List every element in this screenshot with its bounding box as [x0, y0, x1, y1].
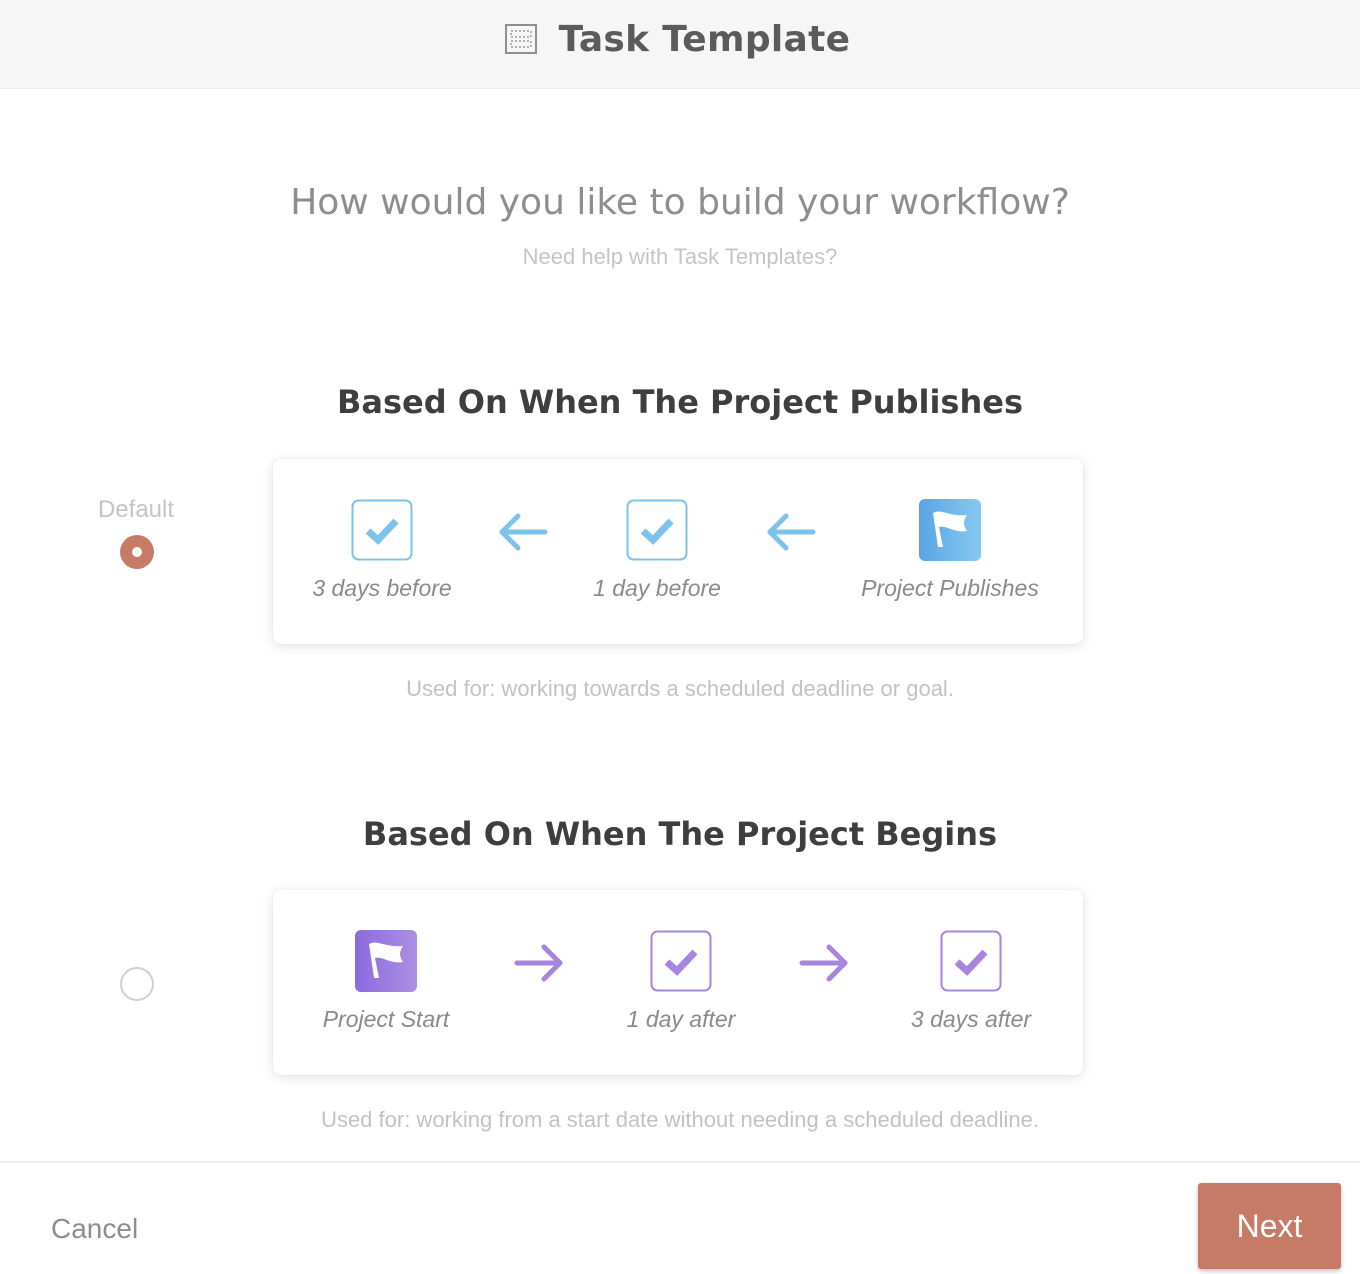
- option-begin-card[interactable]: Project Start 1 day after 3 days after: [273, 890, 1083, 1075]
- modal-footer: Cancel Next: [0, 1161, 1360, 1274]
- cancel-button[interactable]: Cancel: [51, 1213, 138, 1245]
- option-publish-card[interactable]: 3 days before 1 day before Project Publi…: [273, 459, 1083, 644]
- checkbox-icon: [650, 930, 712, 992]
- arrow-right-icon: [799, 944, 848, 982]
- flag-icon: [355, 930, 417, 992]
- option-begin-description: Used for: working from a start date with…: [321, 1107, 1039, 1132]
- step-label: Project Publishes: [861, 575, 1039, 601]
- option-publish-description: Used for: working towards a scheduled de…: [406, 676, 954, 701]
- step-label: 1 day before: [593, 575, 721, 601]
- step-project-publishes: Project Publishes: [850, 499, 1050, 602]
- workflow-question: How would you like to build your workflo…: [290, 182, 1070, 223]
- option-publish-radio[interactable]: [120, 535, 154, 569]
- flag-icon: [919, 499, 981, 561]
- help-link[interactable]: Need help with Task Templates?: [0, 244, 1360, 270]
- default-label: Default: [97, 496, 175, 523]
- next-button[interactable]: Next: [1198, 1183, 1341, 1269]
- step-project-start: Project Start: [286, 930, 486, 1033]
- step-label: Project Start: [322, 1006, 450, 1032]
- option-publish-title: Based On When The Project Publishes: [336, 383, 1023, 421]
- step-1-day-after: 1 day after: [581, 930, 781, 1033]
- arrow-right-icon: [514, 944, 563, 982]
- step-label: 1 day after: [626, 1006, 736, 1032]
- modal-title: Task Template: [558, 18, 851, 60]
- step-label: 3 days before: [312, 575, 452, 601]
- step-3-days-after: 3 days after: [871, 930, 1071, 1033]
- template-grid-icon: [504, 24, 537, 54]
- step-3-days-before: 3 days before: [282, 499, 482, 602]
- checkbox-icon: [940, 930, 1002, 992]
- checkbox-icon: [351, 499, 413, 561]
- modal-header: Task Template: [0, 0, 1360, 89]
- arrow-left-icon: [767, 513, 816, 551]
- option-begin-title: Based On When The Project Begins: [362, 815, 998, 853]
- step-label: 3 days after: [910, 1006, 1032, 1032]
- option-begin-radio[interactable]: [120, 967, 154, 1001]
- step-1-day-before: 1 day before: [557, 499, 757, 602]
- arrow-left-icon: [499, 513, 548, 551]
- checkbox-icon: [626, 499, 688, 561]
